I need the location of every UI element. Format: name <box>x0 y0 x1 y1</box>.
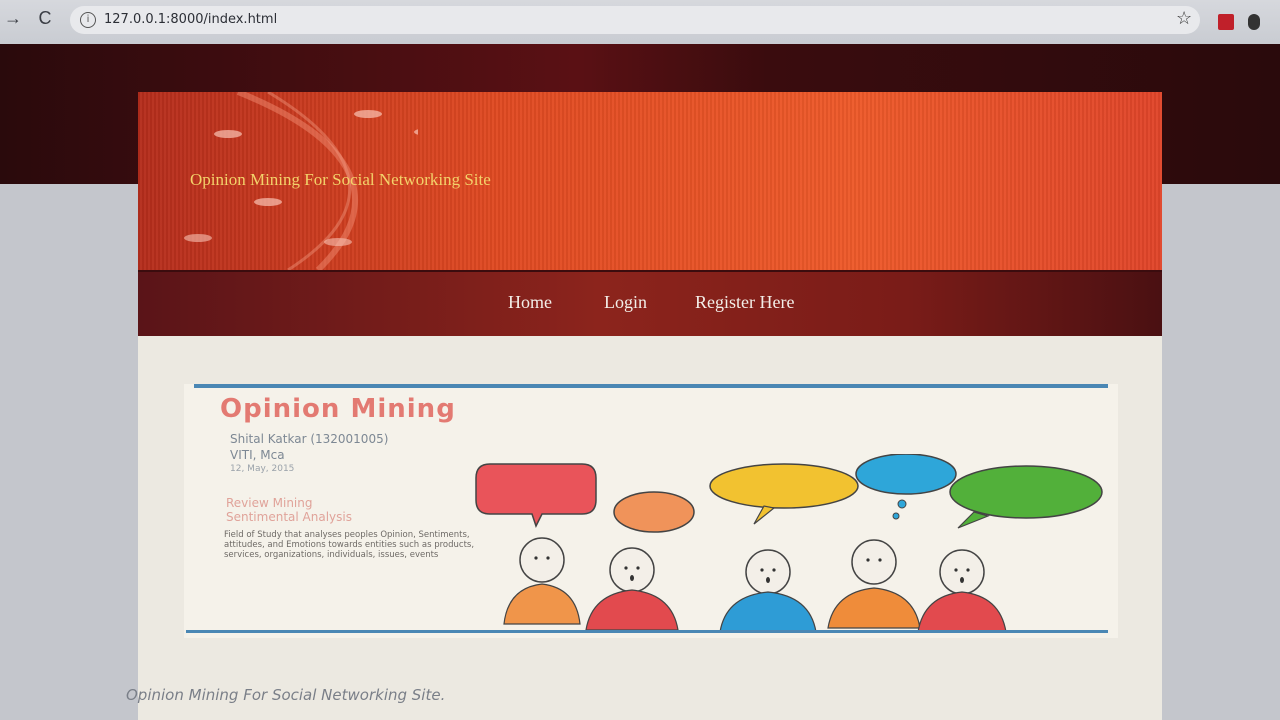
main-nav: Home Login Register Here <box>138 270 1162 336</box>
browser-toolbar: → C i 127.0.0.1:8000/index.html ☆ <box>0 0 1280 44</box>
slide-topic: Sentimental Analysis <box>226 510 352 524</box>
site-title: Opinion Mining For Social Networking Sit… <box>190 170 491 189</box>
address-bar[interactable]: i 127.0.0.1:8000/index.html <box>70 6 1200 34</box>
hero-slide: Opinion Mining Shital Katkar (132001005)… <box>184 384 1118 638</box>
slide-author: Shital Katkar (132001005) <box>230 432 389 446</box>
slide-description: Field of Study that analyses peoples Opi… <box>224 530 475 560</box>
nav-home[interactable]: Home <box>508 292 552 313</box>
url-text[interactable]: 127.0.0.1:8000/index.html <box>104 12 277 27</box>
site-header: Opinion Mining For Social Networking Sit… <box>138 92 1162 270</box>
slide-date: 12, May, 2015 <box>230 464 295 474</box>
info-icon[interactable]: i <box>80 12 96 28</box>
extension-icon[interactable] <box>1248 14 1260 30</box>
slide-topic: Review Mining <box>226 496 313 510</box>
site-container: Opinion Mining For Social Networking Sit… <box>126 92 1162 720</box>
forward-arrow-icon[interactable]: → <box>2 8 24 29</box>
extension-icon[interactable] <box>1218 14 1234 30</box>
nav-login[interactable]: Login <box>604 292 647 313</box>
slide-title: Opinion Mining <box>220 394 456 424</box>
nav-register[interactable]: Register Here <box>695 292 794 313</box>
bookmark-star-icon[interactable]: ☆ <box>1176 8 1192 29</box>
people-speech-bubbles-illustration <box>475 454 1103 633</box>
site-footer: Opinion Mining For Social Networking Sit… <box>126 686 446 704</box>
reload-icon[interactable]: C <box>34 8 56 29</box>
slide-divider <box>194 384 1108 388</box>
slide-divider <box>186 630 1108 633</box>
slide-course: VITI, Mca <box>230 448 285 462</box>
